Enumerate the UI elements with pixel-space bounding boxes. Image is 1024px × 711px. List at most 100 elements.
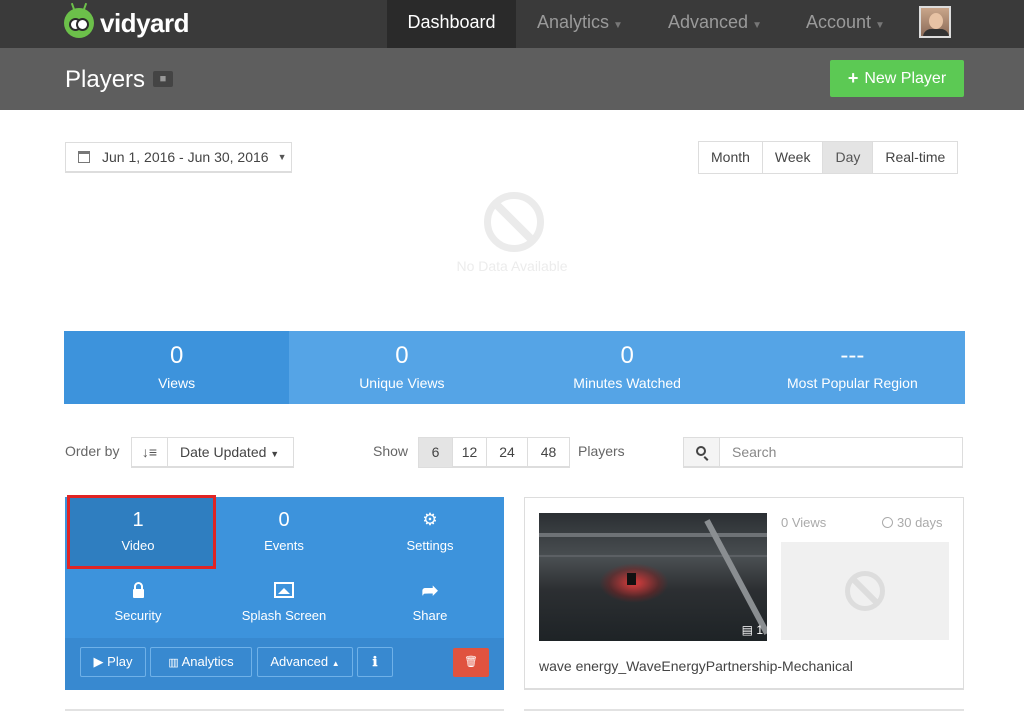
share-icon: ➦ (421, 579, 439, 602)
stat-label: Unique Views (359, 375, 445, 391)
show-12-button[interactable]: 12 (453, 438, 487, 467)
range-week-button[interactable]: Week (762, 142, 824, 173)
stat-label: Views (158, 375, 196, 391)
nav-advanced-label: Advanced (668, 12, 749, 32)
stat-label: Most Popular Region (787, 375, 918, 391)
film-icon: ▤ (741, 623, 753, 637)
trash-icon: 🗑 (464, 656, 478, 668)
delete-button[interactable]: 🗑 (453, 648, 489, 677)
sort-direction-button[interactable]: ↓≡ (131, 437, 168, 468)
range-realtime-button[interactable]: Real-time (873, 142, 958, 173)
video-count: 1 (132, 509, 144, 531)
mini-chart-placeholder (781, 542, 949, 640)
nav-analytics[interactable]: Analytics ▼ (537, 0, 623, 48)
advanced-label: Advanced (270, 654, 329, 669)
splash-screen-label: Splash Screen (241, 608, 327, 623)
play-label: Play (107, 654, 133, 669)
play-icon: ▶ (93, 654, 104, 669)
nav-dashboard-label: Dashboard (407, 12, 496, 32)
gear-icon: ⚙ (422, 510, 438, 529)
order-by-value: Date Updated (180, 444, 267, 460)
search-input[interactable] (719, 437, 963, 468)
tile-video[interactable]: 1 Video (65, 497, 211, 567)
video-card: ▤ 1 0 Views 30 days wave energy_WaveEner… (524, 497, 964, 690)
logo-text: vidyard (100, 7, 190, 38)
bar-chart-icon: ▥ (168, 657, 179, 669)
no-data-text: No Data Available (456, 258, 568, 274)
search-icon (696, 446, 706, 456)
top-nav: vidyard Dashboard Analytics ▼ Advanced ▼ A… (0, 0, 1024, 48)
nav-dashboard[interactable]: Dashboard (387, 0, 516, 48)
order-by-select[interactable]: Date Updated ▼ (167, 437, 294, 468)
video-period-label: 30 days (897, 515, 943, 530)
show-24-button[interactable]: 24 (487, 438, 528, 467)
advanced-dropdown-button[interactable]: Advanced ▲ (257, 647, 353, 677)
range-month-button[interactable]: Month (699, 142, 763, 173)
show-label: Show (373, 443, 409, 459)
new-player-button[interactable]: + New Player (830, 60, 964, 97)
range-day-button[interactable]: Day (823, 142, 874, 173)
video-count-value: 1 (756, 623, 763, 637)
clock-icon (882, 517, 893, 528)
no-data-icon (845, 571, 885, 611)
info-button[interactable]: ℹ (357, 647, 393, 677)
nav-account-label: Account (806, 12, 872, 32)
avatar[interactable] (919, 6, 951, 38)
new-player-label: New Player (864, 69, 947, 87)
caret-up-icon: ▲ (331, 659, 340, 668)
chevron-down-icon: ▼ (752, 20, 762, 31)
tile-events-content[interactable]: 0 Events (211, 497, 357, 567)
video-period: 30 days (882, 515, 943, 530)
tile-security[interactable]: Security (65, 567, 211, 637)
stat-minutes-watched: 0 Minutes Watched (514, 331, 740, 404)
analytics-label: Analytics (181, 654, 234, 669)
video-count-badge: ▤ 1 (742, 623, 763, 637)
help-icon[interactable]: ■ (153, 71, 173, 87)
video-label: Video (121, 538, 155, 553)
chevron-down-icon: ▼ (875, 20, 885, 31)
date-range-picker[interactable]: Jun 1, 2016 - Jun 30, 2016 ▼ (65, 142, 292, 173)
page-title: Players (65, 66, 146, 93)
calendar-icon (78, 151, 90, 163)
tile-settings[interactable]: ⚙ Settings (357, 497, 503, 567)
player-card-toolbar: ▶ Play ▥ Analytics Advanced ▲ ℹ 🗑 (65, 638, 504, 690)
caret-down-icon: ▼ (270, 449, 280, 459)
nav-account[interactable]: Account ▼ (806, 0, 885, 48)
stat-popular-region: --- Most Popular Region (739, 331, 965, 404)
show-48-button[interactable]: 48 (528, 438, 569, 467)
nav-advanced[interactable]: Advanced ▼ (668, 0, 762, 48)
vidyard-logo[interactable]: vidyard (64, 2, 190, 40)
show-6-button[interactable]: 6 (419, 438, 453, 467)
analytics-button[interactable]: ▥ Analytics (150, 647, 252, 677)
logo-icon (64, 2, 94, 38)
play-button[interactable]: ▶ Play (80, 647, 146, 677)
show-count-toggle: 6 12 24 48 (418, 437, 570, 468)
stat-label: Minutes Watched (573, 375, 681, 391)
players-label: Players (578, 443, 625, 459)
video-views: 0 Views (781, 515, 827, 530)
no-data-icon (484, 192, 544, 252)
stats-bar: 0 Views 0 Unique Views 0 Minutes Watched… (64, 331, 965, 404)
sort-icon: ↓≡ (141, 444, 158, 460)
stat-unique-views: 0 Unique Views (289, 331, 515, 404)
stat-value: 0 (395, 342, 409, 369)
tile-share[interactable]: ➦ Share (357, 567, 503, 637)
stat-value: --- (840, 342, 865, 369)
tile-splash-screen[interactable]: Splash Screen (211, 567, 357, 637)
caret-down-icon: ▼ (277, 152, 287, 162)
nav-analytics-label: Analytics (537, 12, 610, 32)
video-thumbnail[interactable]: ▤ 1 (539, 513, 767, 641)
share-label: Share (412, 608, 448, 623)
lock-icon (65, 579, 211, 601)
settings-label: Settings (406, 538, 454, 553)
image-icon (211, 579, 357, 601)
chevron-down-icon: ▼ (613, 20, 623, 31)
stat-value: 0 (169, 342, 184, 369)
video-title[interactable]: wave energy_WaveEnergyPartnership-Mechan… (539, 658, 853, 674)
security-label: Security (114, 608, 162, 623)
search-button[interactable] (683, 437, 720, 468)
stat-views: 0 Views (64, 331, 290, 404)
events-label: Events (264, 538, 304, 553)
info-icon: ℹ (372, 654, 378, 669)
stat-value: 0 (620, 342, 634, 369)
